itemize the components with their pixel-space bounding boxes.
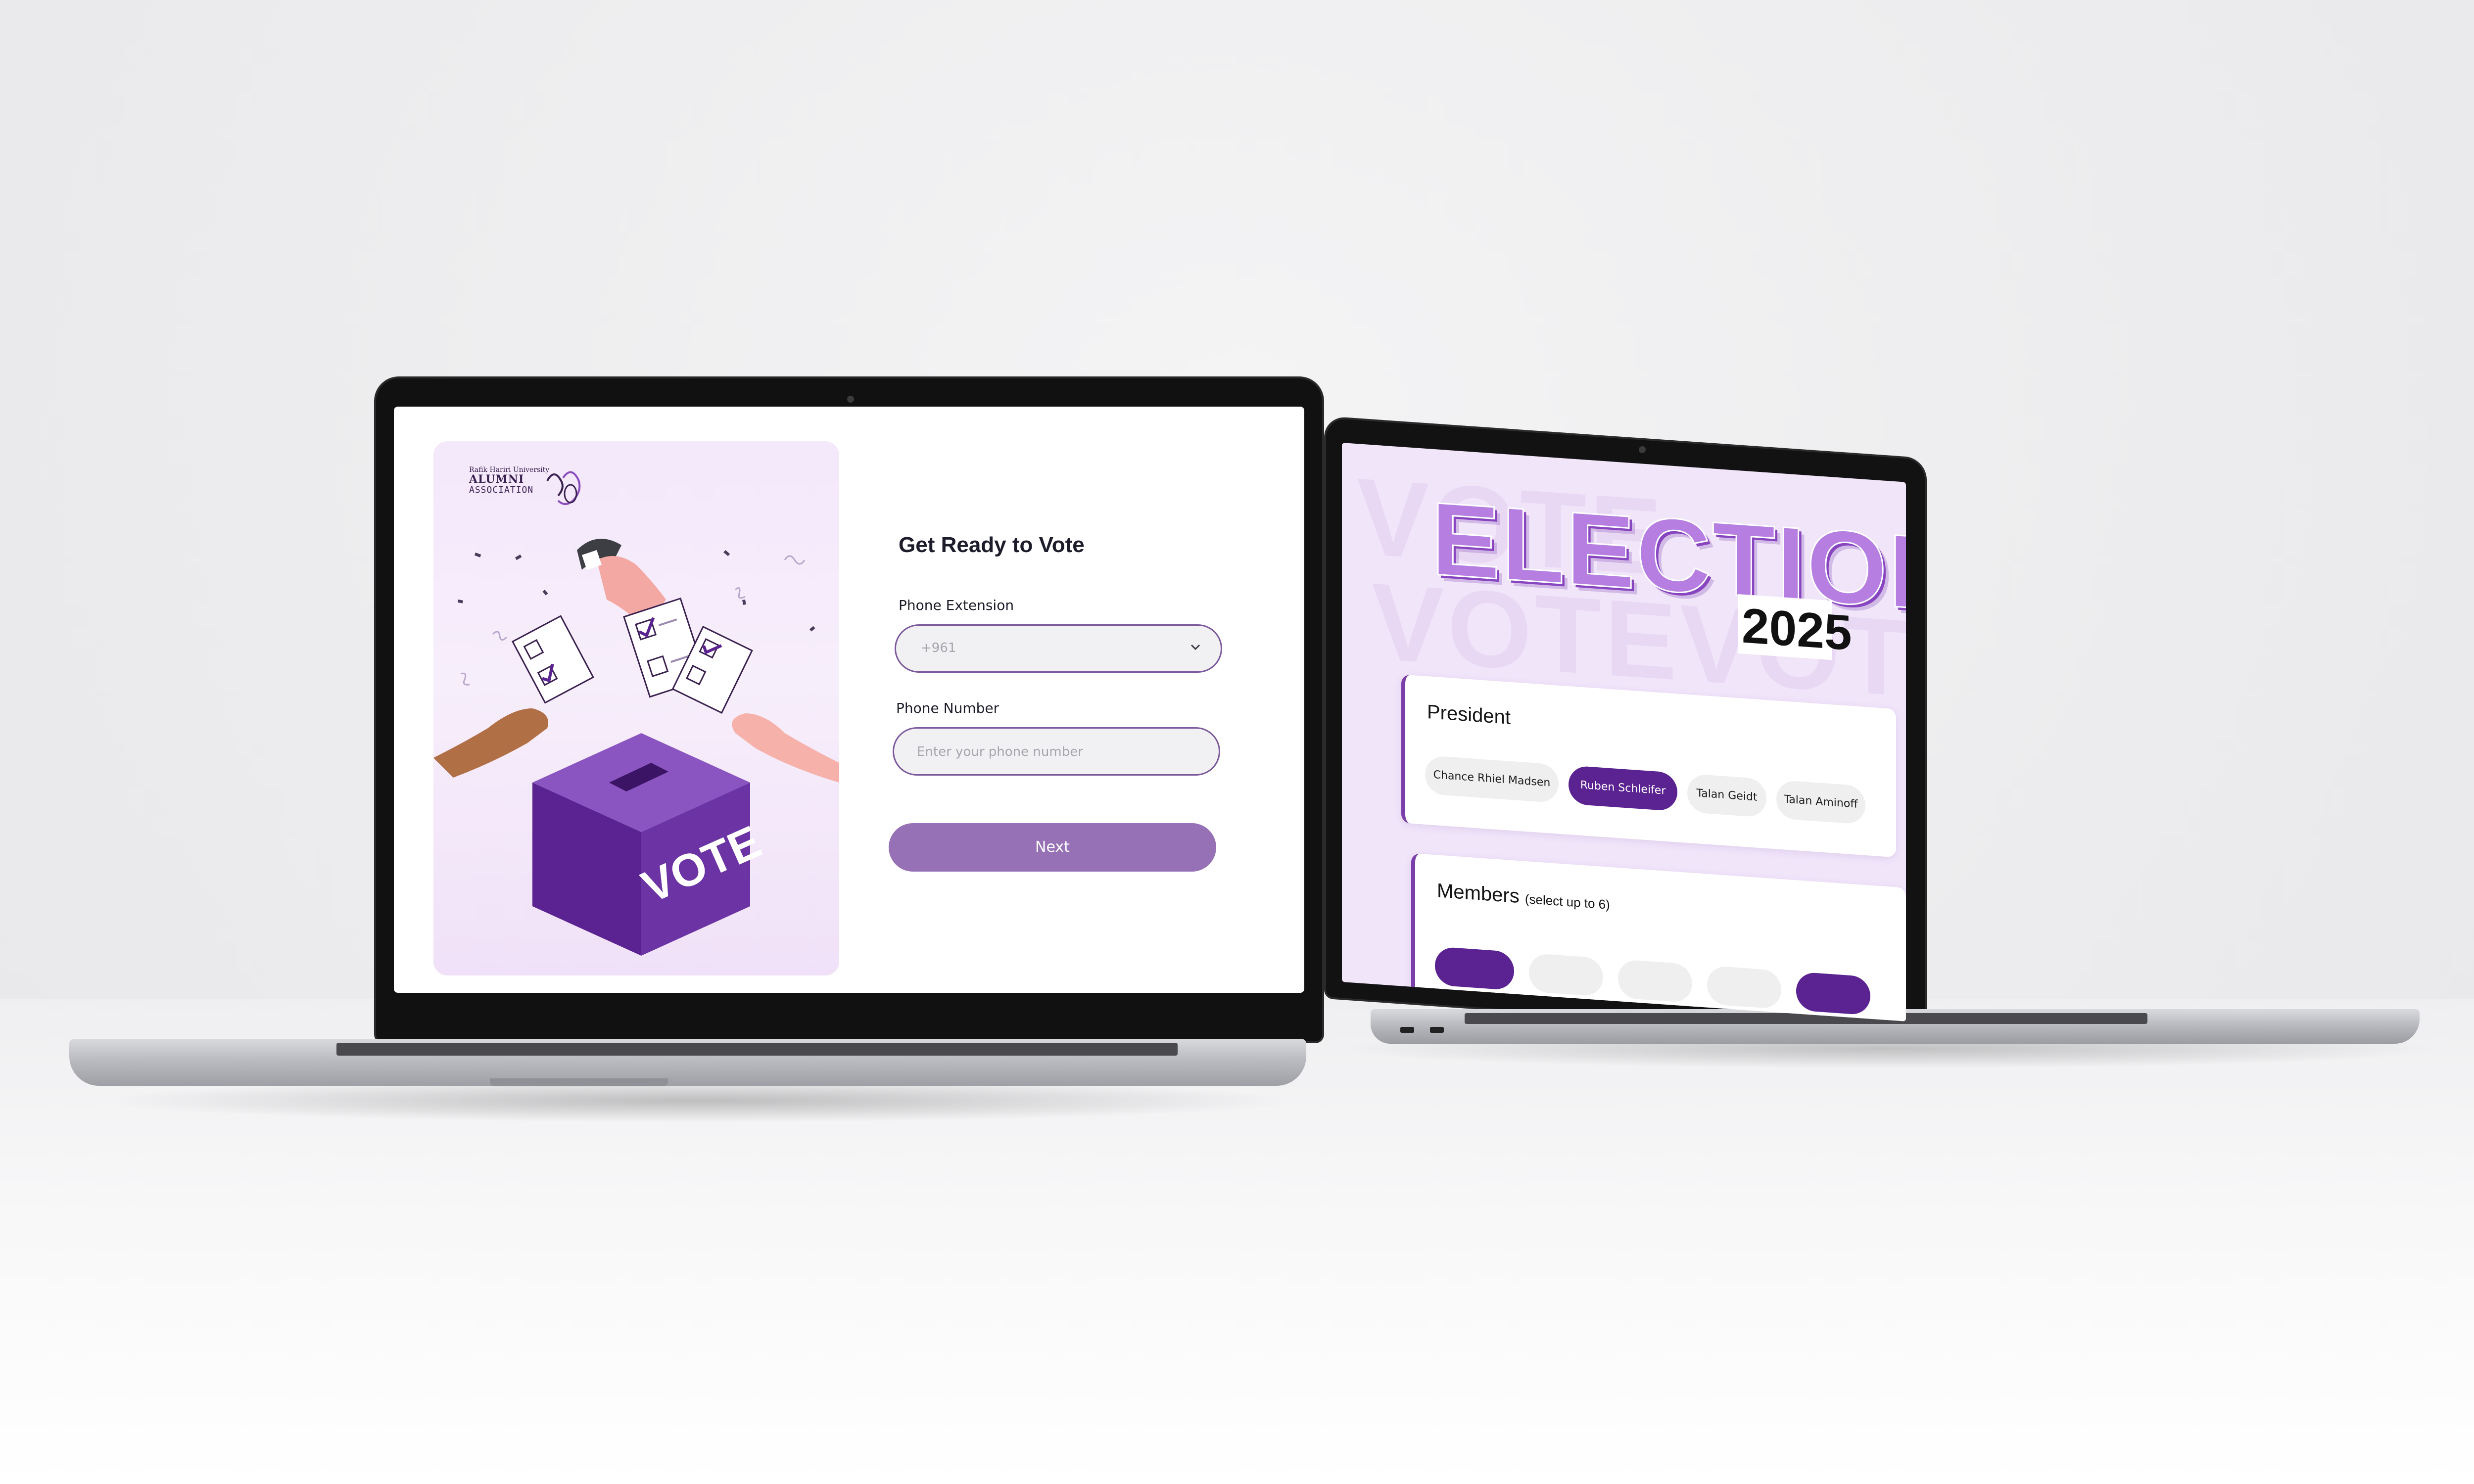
- laptop-left-camera: [847, 396, 854, 403]
- member-chip[interactable]: [1618, 959, 1692, 1003]
- phone-extension-label: Phone Extension: [899, 597, 1014, 613]
- president-title: President: [1427, 701, 1511, 729]
- next-button[interactable]: Next: [889, 823, 1216, 872]
- member-chip-selected[interactable]: [1796, 972, 1870, 1016]
- form-title: Get Ready to Vote: [899, 533, 1085, 557]
- candidate-chip[interactable]: Talan Geidt: [1687, 773, 1766, 818]
- members-title-text: Members: [1437, 880, 1520, 908]
- candidate-chip-selected[interactable]: Ruben Schleifer: [1569, 765, 1677, 812]
- phone-number-placeholder: Enter your phone number: [917, 744, 1083, 759]
- year-text: 2025: [1742, 598, 1852, 661]
- voting-illustration: VOTE: [433, 539, 839, 956]
- elections-screen: VOTE VOTEVOTE ELECTIONS 2025 President C…: [1342, 443, 1906, 1021]
- phone-extension-select[interactable]: +961: [895, 624, 1222, 673]
- chevron-down-icon: [1190, 644, 1200, 650]
- illustration-panel: Rafik Hariri University ALUMNI ASSOCIATI…: [433, 441, 839, 975]
- laptop-left-notch: [490, 1078, 668, 1086]
- laptop-right-keyboard: [1465, 1013, 2147, 1024]
- laptop-right-camera: [1639, 446, 1646, 453]
- phone-number-label: Phone Number: [896, 700, 999, 716]
- phone-extension-value: +961: [921, 641, 956, 655]
- member-chip-selected[interactable]: [1435, 946, 1514, 991]
- laptop-left-keyboard: [336, 1043, 1178, 1056]
- right-hand-illustration: [732, 713, 839, 783]
- member-chip[interactable]: [1707, 965, 1781, 1010]
- members-note: (select up to 6): [1524, 891, 1610, 912]
- ballot-paper-left: [511, 615, 594, 704]
- usb-port-icon: [1400, 1027, 1414, 1033]
- candidate-chip[interactable]: Chance Rhiel Madsen: [1425, 755, 1559, 803]
- phone-number-input[interactable]: Enter your phone number: [893, 727, 1220, 776]
- year-badge: 2025: [1738, 594, 1852, 661]
- left-hand-illustration: [433, 708, 548, 778]
- members-title: Members (select up to 6): [1437, 880, 1610, 914]
- usb-port-icon: [1430, 1027, 1444, 1033]
- candidate-chip[interactable]: Talan Aminoff: [1776, 780, 1865, 825]
- member-chip[interactable]: [1529, 953, 1603, 997]
- login-screen: Rafik Hariri University ALUMNI ASSOCIATI…: [394, 407, 1304, 993]
